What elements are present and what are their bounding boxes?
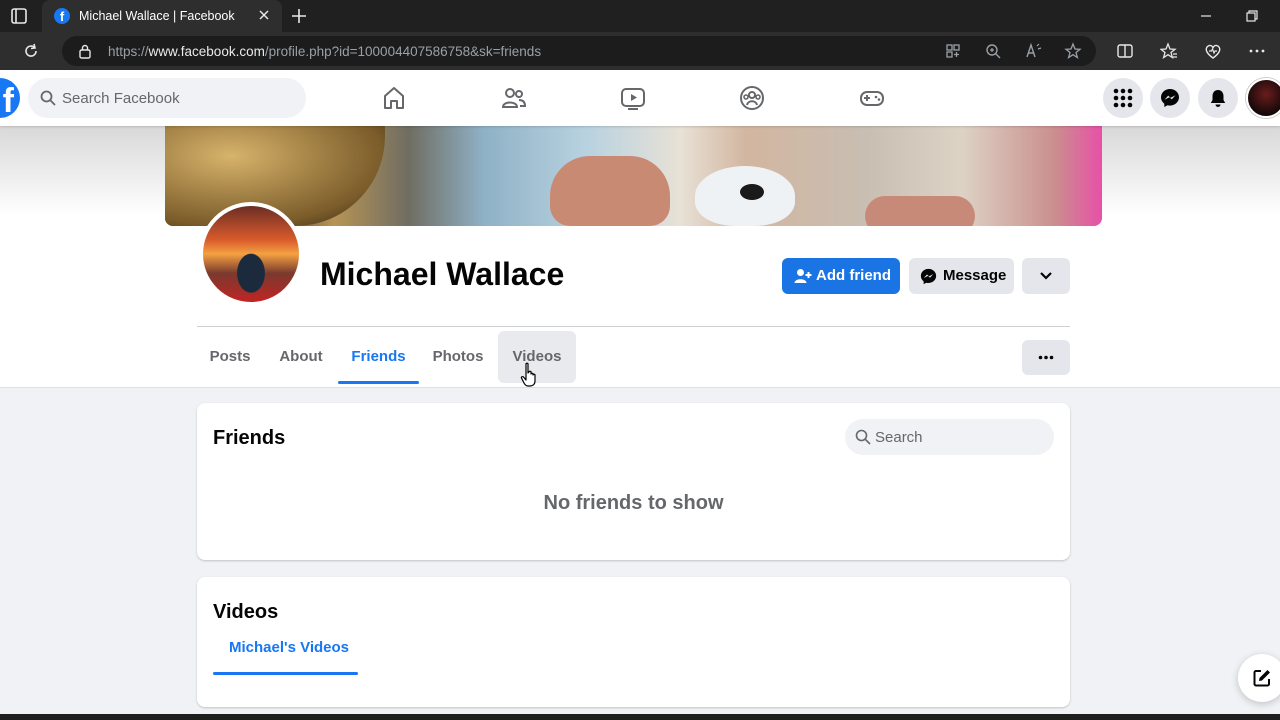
restore-icon[interactable] bbox=[1244, 8, 1260, 24]
message-label: Message bbox=[943, 267, 1007, 284]
facebook-top-bar: f bbox=[0, 70, 1280, 126]
chevron-down-icon bbox=[1040, 272, 1052, 280]
facebook-logo-icon[interactable]: f bbox=[0, 78, 20, 118]
add-friend-button[interactable]: Add friend bbox=[782, 258, 900, 294]
profile-picture[interactable] bbox=[199, 202, 303, 306]
split-screen-icon[interactable] bbox=[1116, 42, 1134, 60]
add-friend-label: Add friend bbox=[816, 267, 891, 284]
videos-card-title: Videos bbox=[213, 601, 279, 623]
tab-about-label: About bbox=[279, 348, 323, 365]
search-icon bbox=[855, 429, 871, 445]
tab-photos-label: Photos bbox=[432, 348, 484, 365]
browser-address-bar: https://www.facebook.com/profile.php?id=… bbox=[0, 32, 1280, 70]
message-button[interactable]: Message bbox=[909, 258, 1014, 294]
menu-button[interactable] bbox=[1103, 78, 1143, 118]
app-available-icon[interactable] bbox=[944, 42, 962, 60]
search-icon bbox=[40, 90, 56, 106]
workspaces-icon[interactable] bbox=[8, 6, 30, 26]
browser-tab[interactable]: f Michael Wallace | Facebook bbox=[42, 0, 282, 32]
zoom-icon[interactable] bbox=[984, 42, 1002, 60]
edit-icon bbox=[1253, 670, 1270, 687]
cover-photo[interactable] bbox=[165, 126, 1102, 226]
tab-posts-label: Posts bbox=[209, 348, 251, 365]
new-tab-icon[interactable] bbox=[290, 7, 308, 25]
read-aloud-icon[interactable] bbox=[1024, 42, 1042, 60]
videos-card: Videos Michael's Videos bbox=[197, 577, 1070, 707]
groups-icon[interactable] bbox=[738, 84, 766, 112]
tab-posts[interactable]: Posts bbox=[205, 331, 255, 383]
favorite-star-icon[interactable] bbox=[1064, 42, 1082, 60]
notifications-icon bbox=[1210, 90, 1226, 107]
home-icon[interactable] bbox=[380, 84, 408, 112]
tab-michaels-videos[interactable]: Michael's Videos bbox=[213, 623, 358, 675]
more-dots-icon bbox=[1038, 355, 1054, 360]
reload-icon[interactable] bbox=[22, 42, 40, 60]
facebook-search-box[interactable] bbox=[28, 78, 306, 118]
messenger-icon bbox=[920, 268, 937, 285]
empty-state-text: No friends to show bbox=[543, 492, 724, 514]
messenger-button[interactable] bbox=[1150, 78, 1190, 118]
messenger-icon bbox=[1161, 89, 1179, 107]
tab-title: Michael Wallace | Facebook bbox=[79, 9, 235, 23]
tab-about[interactable]: About bbox=[272, 331, 330, 383]
favorites-icon[interactable] bbox=[1160, 42, 1178, 60]
tab-friends-label: Friends bbox=[351, 348, 406, 365]
gaming-icon[interactable] bbox=[858, 84, 886, 112]
friends-card: Friends No friends to show bbox=[197, 403, 1070, 560]
url-text: https://www.facebook.com/profile.php?id=… bbox=[108, 44, 542, 59]
header-divider bbox=[197, 326, 1070, 327]
hand-cursor-icon bbox=[520, 362, 536, 387]
taskbar-edge bbox=[0, 714, 1280, 720]
profile-more-button[interactable] bbox=[1022, 258, 1070, 294]
new-message-button[interactable] bbox=[1238, 654, 1280, 702]
friends-search-input[interactable] bbox=[875, 419, 1045, 455]
add-friend-icon bbox=[794, 269, 812, 283]
friends-search-box[interactable] bbox=[845, 419, 1054, 455]
profile-name: Michael Wallace bbox=[320, 256, 565, 292]
notifications-button[interactable] bbox=[1198, 78, 1238, 118]
facebook-favicon-icon: f bbox=[54, 8, 70, 24]
tab-photos[interactable]: Photos bbox=[427, 331, 489, 383]
account-avatar[interactable] bbox=[1246, 78, 1280, 118]
watch-icon[interactable] bbox=[619, 84, 647, 112]
more-menu-icon[interactable] bbox=[1248, 42, 1266, 60]
facebook-search-input[interactable] bbox=[62, 78, 292, 118]
minimize-icon[interactable] bbox=[1198, 8, 1214, 24]
tab-friends[interactable]: Friends bbox=[338, 331, 419, 384]
browser-essentials-icon[interactable] bbox=[1204, 42, 1222, 60]
close-tab-icon[interactable] bbox=[256, 7, 272, 23]
tab-michaels-videos-label: Michael's Videos bbox=[229, 639, 350, 656]
browser-tab-bar: f Michael Wallace | Facebook bbox=[0, 0, 1280, 32]
friends-icon[interactable] bbox=[500, 84, 528, 112]
profile-header: Michael Wallace Add friend Message Posts… bbox=[0, 126, 1280, 388]
menu-grid-icon bbox=[1113, 88, 1133, 108]
url-field[interactable]: https://www.facebook.com/profile.php?id=… bbox=[62, 36, 1096, 66]
tabs-more-button[interactable] bbox=[1022, 340, 1070, 375]
friends-card-title: Friends bbox=[213, 427, 286, 449]
lock-icon[interactable] bbox=[78, 43, 92, 59]
